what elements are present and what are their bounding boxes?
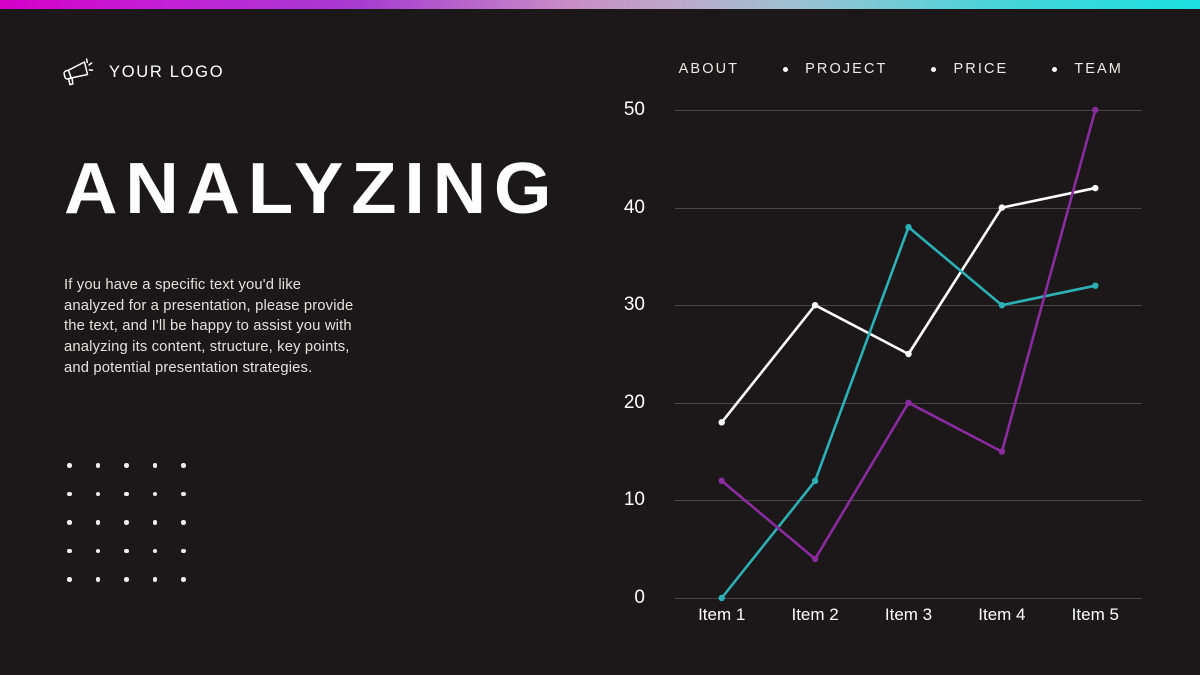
chart-data-point xyxy=(1092,282,1099,289)
nav-label: ABOUT xyxy=(678,61,740,77)
grid-dot xyxy=(181,548,186,553)
nav-label: PRICE xyxy=(953,61,1009,77)
grid-dot xyxy=(67,491,72,496)
chart-data-point xyxy=(811,477,819,485)
grid-dot xyxy=(95,520,100,525)
y-axis-tick-label: 20 xyxy=(623,391,645,413)
chart-data-point xyxy=(811,555,819,563)
x-axis-tick-label: Item 2 xyxy=(791,605,839,624)
grid-dot xyxy=(181,577,186,582)
chart-data-point xyxy=(905,223,912,231)
grid-dot xyxy=(124,520,129,525)
grid-dot xyxy=(67,463,72,468)
chart-plot-area xyxy=(718,106,1099,602)
nav-item-team[interactable]: TEAM xyxy=(1052,61,1123,77)
grid-dot xyxy=(67,520,72,525)
line-chart: 0 10 20 30 40 50 Item 1 Item 2 Item 3 Item 4 Item… xyxy=(612,99,1142,635)
grid-dot xyxy=(124,548,129,553)
chart-line-series-1 xyxy=(720,186,1097,424)
grid-dot xyxy=(95,548,100,553)
grid-dot xyxy=(181,491,186,496)
nav-item-price[interactable]: PRICE xyxy=(931,61,1008,77)
nav-label: PROJECT xyxy=(805,61,888,77)
grid-dot xyxy=(67,577,72,582)
x-axis-tick-label: Item 1 xyxy=(698,605,746,624)
bullet-icon xyxy=(1052,66,1058,72)
y-axis-tick-label: 10 xyxy=(623,489,645,511)
x-axis-tick-label: Item 4 xyxy=(978,605,1026,624)
grid-dot xyxy=(124,491,129,496)
grid-dot xyxy=(67,548,72,553)
grid-dot xyxy=(95,491,100,496)
chart-data-point xyxy=(1092,184,1099,192)
grid-dot xyxy=(95,463,100,468)
x-axis-tick-label: Item 5 xyxy=(1071,605,1119,624)
gradient-accent-bar xyxy=(0,0,1200,9)
chart-data-point xyxy=(905,399,912,406)
grid-dot xyxy=(152,520,157,525)
chart-data-point xyxy=(998,448,1006,455)
grid-dot xyxy=(152,463,157,468)
chart-data-point xyxy=(905,350,912,358)
megaphone-icon xyxy=(62,57,96,87)
logo-text: YOUR LOGO xyxy=(109,62,225,81)
chart-data-point xyxy=(998,302,1006,309)
chart-data-point xyxy=(718,477,725,485)
y-axis-tick-label: 0 xyxy=(634,587,645,608)
chart-data-point xyxy=(718,419,725,426)
chart-line-series-3 xyxy=(720,108,1097,561)
chart-data-point xyxy=(811,302,819,309)
nav-item-project[interactable]: PROJECT xyxy=(783,61,887,77)
grid-dot xyxy=(124,577,129,582)
bullet-icon xyxy=(931,66,937,72)
x-axis-tick-label: Item 3 xyxy=(884,605,933,624)
body-paragraph: If you have a specific text you'd like a… xyxy=(64,277,354,376)
chart-line-series-2 xyxy=(720,225,1097,600)
nav-label: TEAM xyxy=(1074,61,1123,77)
bullet-icon xyxy=(783,66,789,72)
main-nav: ABOUT PROJECT PRICE TEAM xyxy=(679,61,1123,77)
nav-item-about[interactable]: ABOUT xyxy=(679,61,739,77)
grid-dot xyxy=(124,463,129,468)
y-axis-tick-label: 40 xyxy=(623,196,645,218)
chart-data-point xyxy=(718,594,725,602)
chart-data-point xyxy=(1092,106,1099,114)
decorative-dot-grid xyxy=(67,463,210,606)
y-axis-tick-label: 30 xyxy=(623,294,645,316)
grid-dot xyxy=(152,491,157,496)
grid-dot xyxy=(181,463,186,468)
grid-dot xyxy=(152,548,157,553)
grid-dot xyxy=(95,577,100,582)
page-title: ANALYZING xyxy=(64,149,560,229)
slide-root: YOUR LOGO ABOUT PROJECT PRICE TEAM ANALY… xyxy=(0,0,1200,675)
grid-dot xyxy=(181,520,186,525)
grid-dot xyxy=(152,577,157,582)
y-axis-tick-label: 50 xyxy=(623,99,645,120)
gridline xyxy=(675,598,1142,599)
site-header: YOUR LOGO ABOUT PROJECT PRICE TEAM xyxy=(0,52,1200,102)
logo[interactable]: YOUR LOGO xyxy=(62,52,224,92)
chart-data-point xyxy=(998,204,1006,211)
